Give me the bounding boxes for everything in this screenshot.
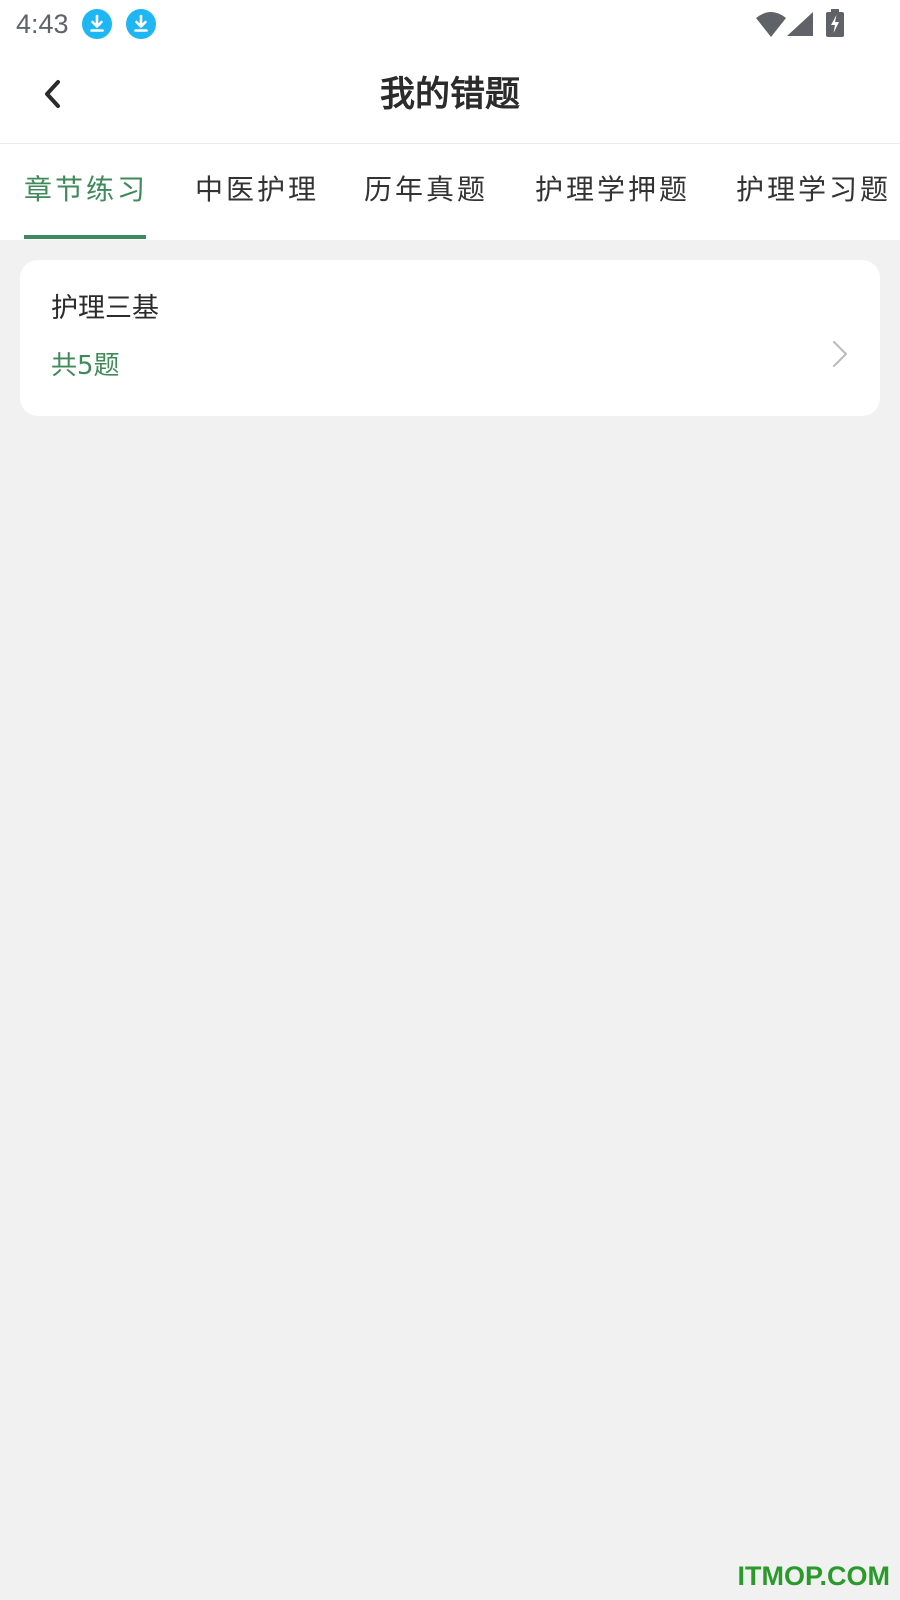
list-item[interactable]: 护理三基 共5题 (20, 260, 880, 416)
status-bar: 4:43 (0, 0, 900, 48)
download-icon (126, 9, 156, 39)
status-time: 4:43 (16, 9, 69, 39)
item-title: 护理三基 (51, 293, 159, 324)
tab-nursing-predicted[interactable]: 护理学押题 (535, 170, 690, 210)
battery-charging-icon (826, 9, 844, 37)
watermark: ITMOP.COM (737, 1561, 890, 1591)
download-icon (82, 9, 112, 39)
chevron-right-icon (832, 340, 848, 368)
tab-bar: 章节练习 中医护理 历年真题 护理学押题 护理学习题 (0, 144, 900, 240)
item-count: 共5题 (51, 351, 120, 381)
title-bar: 我的错题 (0, 48, 900, 144)
wifi-icon (756, 12, 786, 37)
tab-active-indicator (24, 235, 146, 239)
tab-nursing-exercises[interactable]: 护理学习题 (736, 170, 891, 210)
tab-past-exams[interactable]: 历年真题 (364, 170, 488, 210)
signal-icon (787, 12, 813, 36)
page-title: 我的错题 (379, 75, 520, 115)
tab-chapter-practice[interactable]: 章节练习 (24, 170, 148, 210)
tab-tcm-nursing[interactable]: 中医护理 (195, 170, 319, 210)
